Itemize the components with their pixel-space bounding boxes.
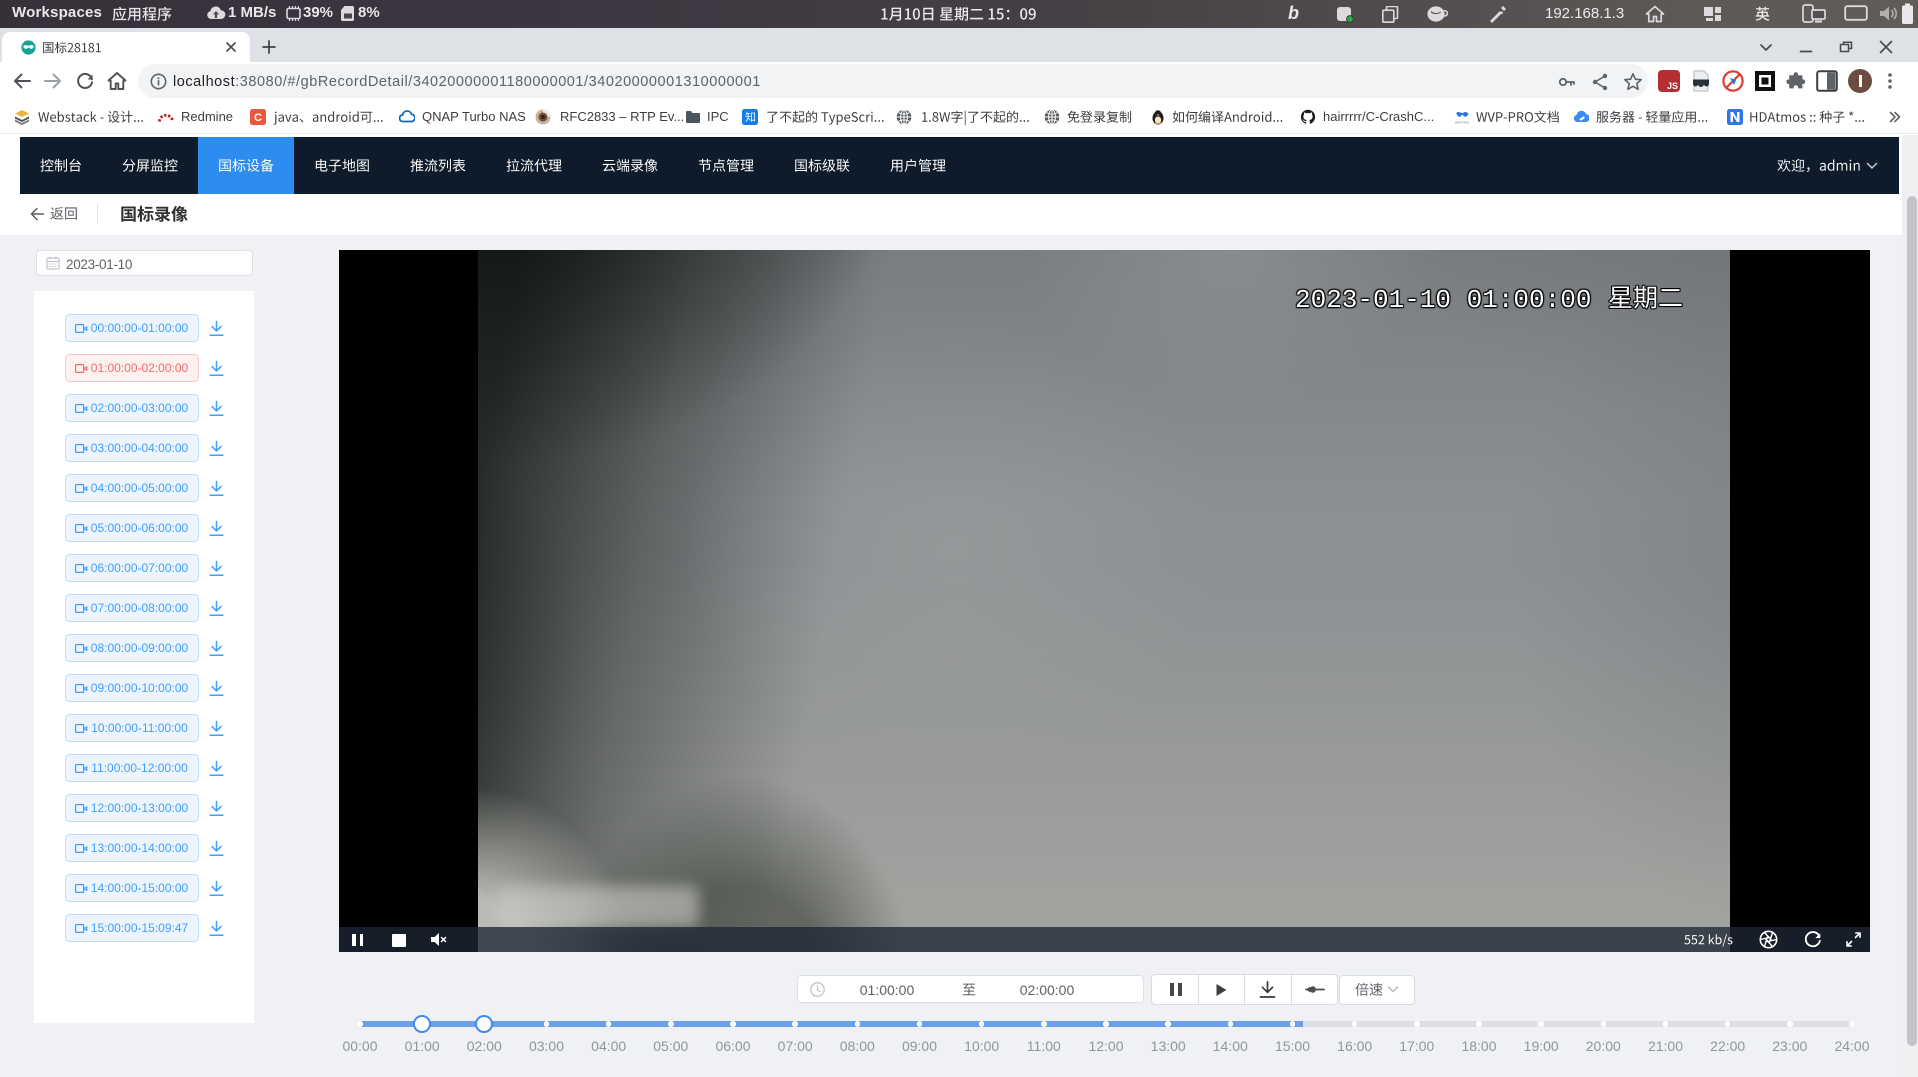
svg-text:C: C	[254, 112, 262, 124]
svg-text:WVP PRO: WVP PRO	[1455, 121, 1470, 125]
